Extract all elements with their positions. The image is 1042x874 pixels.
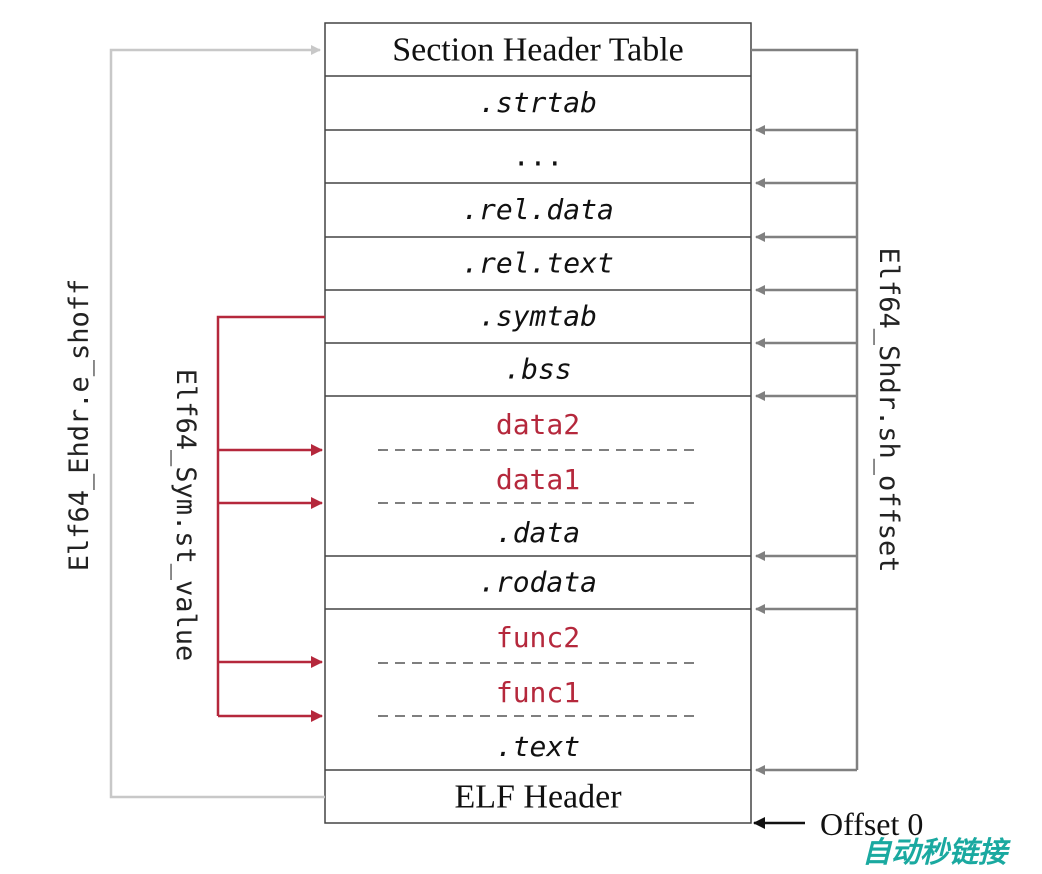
section-elf-header: ELF Header bbox=[454, 779, 622, 816]
section-label: .bss bbox=[504, 353, 571, 386]
section-label: ELF Header bbox=[454, 779, 622, 816]
section-rel-text: .rel.text bbox=[462, 247, 614, 280]
section-section-header-table: Section Header Table bbox=[392, 32, 684, 69]
section-label: .strtab bbox=[479, 86, 597, 119]
section-stack: Section Header Table .strtab... .rel.data.… bbox=[324, 22, 752, 824]
section-label: .rel.data bbox=[462, 193, 614, 226]
symbol-func1: func1 bbox=[496, 676, 580, 709]
section-label: ... bbox=[513, 140, 564, 173]
section-label: .rodata bbox=[479, 566, 597, 599]
watermark: 自动秒链接 bbox=[862, 835, 1011, 869]
section-label: .text bbox=[496, 730, 580, 763]
section-label: .symtab bbox=[479, 300, 597, 333]
sh-offset-bus bbox=[751, 48, 859, 770]
st-value-label: Elf64_Sym.st_value bbox=[170, 369, 201, 662]
section-label: .rel.text bbox=[462, 247, 614, 280]
section-rel-data: .rel.data bbox=[462, 193, 614, 226]
section-rodata: .rodata bbox=[479, 566, 597, 599]
section-symtab: .symtab bbox=[479, 300, 597, 333]
section-label: Section Header Table bbox=[392, 32, 684, 69]
section-: ... bbox=[513, 140, 564, 173]
st-value-bus bbox=[216, 315, 325, 716]
section-strtab: .strtab bbox=[479, 86, 597, 119]
diagram-canvas: Section Header Table .strtab... .rel.data.… bbox=[64, 22, 1011, 869]
e-shoff-label: Elf64_Ehdr.e_shoff bbox=[64, 279, 95, 572]
symbol-data1: data1 bbox=[496, 463, 580, 496]
symbol-data2: data2 bbox=[496, 408, 580, 441]
symbol-func2: func2 bbox=[496, 621, 580, 654]
section-label: .data bbox=[496, 516, 580, 549]
section-bss: .bss bbox=[504, 353, 571, 386]
sh-offset-label: Elf64_Shdr.sh_offset bbox=[873, 247, 904, 572]
elf-layout-diagram: Section Header Table .strtab... .rel.data.… bbox=[0, 0, 1042, 874]
